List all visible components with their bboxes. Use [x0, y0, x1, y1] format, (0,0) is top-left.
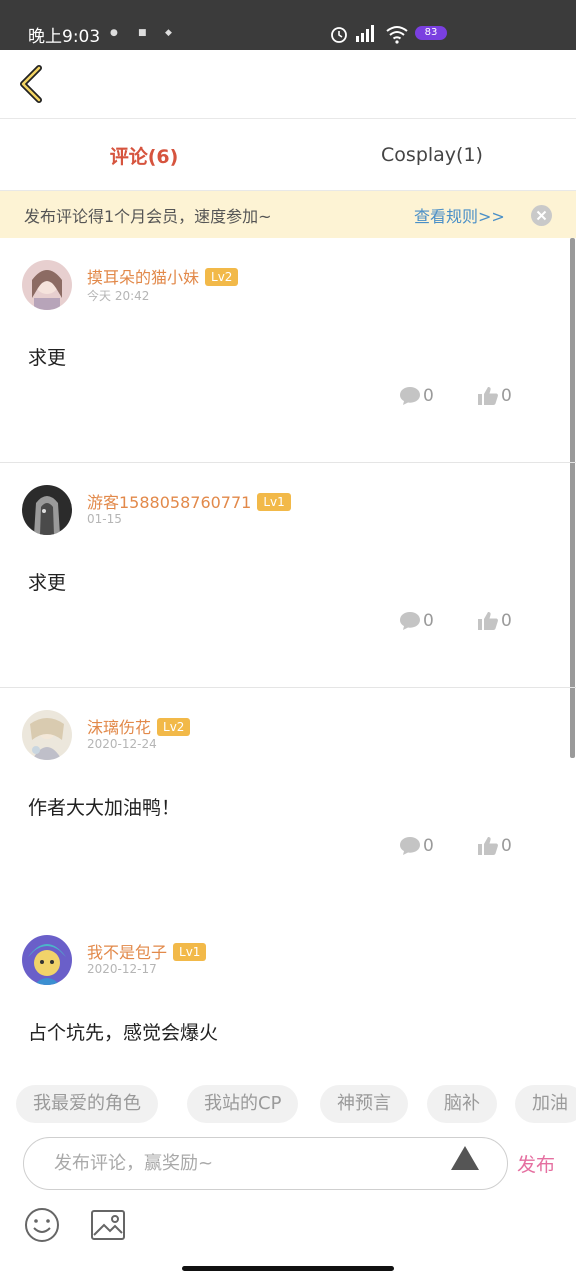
quick-tag-chip[interactable]: 神预言: [320, 1085, 408, 1123]
username-text: 我不是包子: [87, 943, 168, 962]
battery-indicator: 83: [415, 26, 447, 40]
banner-text: 发布评论得1个月会员，速度参加~: [24, 207, 272, 226]
reply-count: 0: [423, 386, 434, 406]
avatar[interactable]: [22, 260, 72, 310]
comment-item: 我不是包子 Lv1 2020-12-17 占个坑先，感觉会爆火: [0, 913, 576, 1077]
username-text: 沫璃伤花: [87, 718, 152, 737]
avatar[interactable]: [22, 485, 72, 535]
rules-link[interactable]: 查看规则>>: [414, 203, 505, 227]
username[interactable]: 我不是包子 Lv1: [87, 939, 207, 963]
notification-icon: ◆: [165, 28, 172, 38]
reply-button[interactable]: 0: [399, 386, 434, 406]
composer-tools: [0, 1193, 576, 1253]
back-chevron-icon: [20, 65, 42, 103]
tab-bar: 评论(6) Cosplay(1): [0, 118, 576, 191]
speech-bubble-icon: [400, 612, 420, 630]
like-count: 0: [501, 836, 512, 856]
comment-time: 2020-12-17: [87, 962, 157, 976]
quick-tag-bar: 我最爱的角色 我站的CP 神预言 脑补 加油: [0, 1077, 576, 1133]
header: [0, 50, 576, 118]
wifi-icon: [386, 26, 408, 44]
banner-close-button[interactable]: [531, 205, 552, 226]
publish-button[interactable]: 发布: [517, 1150, 555, 1177]
tab-cosplay[interactable]: Cosplay(1): [288, 119, 576, 191]
alarm-icon: [331, 27, 347, 43]
comment-time: 01-15: [87, 512, 122, 526]
level-badge: Lv1: [257, 493, 291, 511]
speech-bubble-icon: [400, 837, 420, 855]
reply-button[interactable]: 0: [399, 836, 434, 856]
reply-count: 0: [423, 611, 434, 631]
image-icon[interactable]: [88, 1205, 128, 1245]
username[interactable]: 沫璃伤花 Lv2: [87, 714, 191, 738]
comment-input[interactable]: [23, 1137, 508, 1190]
reply-button[interactable]: 0: [399, 611, 434, 631]
level-badge: Lv1: [173, 943, 207, 961]
tab-comments[interactable]: 评论(6): [0, 119, 288, 191]
comment-item: 沫璃伤花 Lv2 2020-12-24 作者大大加油鸭！ 0 0: [0, 688, 576, 913]
like-button[interactable]: 0: [477, 611, 512, 631]
avatar[interactable]: [22, 935, 72, 985]
avatar-image: [22, 710, 72, 760]
emoji-icon[interactable]: [22, 1205, 62, 1245]
quick-tag-chip[interactable]: 脑补: [427, 1085, 497, 1123]
promo-banner: 发布评论得1个月会员，速度参加~ 查看规则>>: [0, 191, 576, 238]
notification-icon: ■: [138, 28, 147, 38]
username[interactable]: 摸耳朵的猫小妹 Lv2: [87, 264, 239, 288]
like-button[interactable]: 0: [477, 836, 512, 856]
like-count: 0: [501, 386, 512, 406]
quick-tag-chip[interactable]: 加油: [515, 1085, 576, 1123]
comment-time: 2020-12-24: [87, 737, 157, 751]
signal-icon: [356, 25, 374, 42]
quick-tag-chip[interactable]: 我最爱的角色: [16, 1085, 158, 1123]
status-time: 晚上9:03: [28, 27, 101, 47]
like-count: 0: [501, 611, 512, 631]
composer: 发布: [0, 1133, 576, 1193]
username[interactable]: 游客1588058760771 Lv1: [87, 489, 291, 513]
thumbs-up-icon: [478, 837, 498, 855]
comment-content: 占个坑先，感觉会爆火: [28, 1022, 219, 1044]
close-icon: [536, 210, 547, 221]
comment-time: 今天 20:42: [87, 289, 150, 303]
comment-content: 求更: [28, 572, 67, 594]
thumbs-up-icon: [478, 612, 498, 630]
cursor-marker-icon: [451, 1146, 479, 1170]
level-badge: Lv2: [157, 718, 191, 736]
thumbs-up-icon: [478, 387, 498, 405]
home-indicator[interactable]: [182, 1266, 394, 1271]
username-text: 摸耳朵的猫小妹: [87, 268, 200, 287]
notification-icon: ●: [110, 28, 118, 38]
reply-count: 0: [423, 836, 434, 856]
speech-bubble-icon: [400, 387, 420, 405]
quick-tag-chip[interactable]: 我站的CP: [187, 1085, 299, 1123]
level-badge: Lv2: [205, 268, 239, 286]
back-button[interactable]: [12, 64, 52, 104]
avatar[interactable]: [22, 710, 72, 760]
avatar-image: [22, 260, 72, 310]
status-bar: 晚上9:03 ● ■ ◆ 83: [0, 0, 576, 50]
comment-content: 作者大大加油鸭！: [28, 797, 181, 819]
avatar-image: [22, 935, 72, 985]
username-text: 游客1588058760771: [87, 493, 252, 512]
avatar-image: [22, 485, 72, 535]
comment-content: 求更: [28, 347, 67, 369]
like-button[interactable]: 0: [477, 386, 512, 406]
comment-item: 游客1588058760771 Lv1 01-15 求更 0 0: [0, 463, 576, 688]
comment-item: 摸耳朵的猫小妹 Lv2 今天 20:42 求更 0 0: [0, 238, 576, 463]
